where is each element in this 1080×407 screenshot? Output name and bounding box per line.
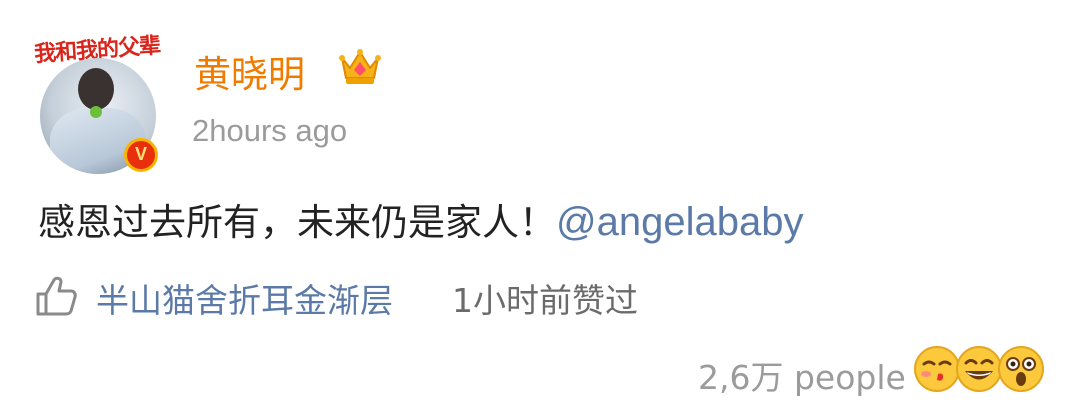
user-avatar[interactable]: 我和我的父辈 V: [30, 28, 170, 174]
crown-icon: [339, 49, 381, 84]
verified-badge-icon: V: [124, 138, 158, 172]
mention-link[interactable]: @angelababy: [556, 200, 803, 244]
surprised-emoji-icon: [998, 346, 1044, 392]
reaction-count[interactable]: 2,6万 people: [698, 351, 906, 399]
post-body-text: 感恩过去所有，未来仍是家人！: [38, 201, 556, 244]
liked-time-text: 1小时前赞过: [452, 281, 638, 320]
avatar-head-shape: [78, 68, 114, 110]
username[interactable]: 黄晓明: [194, 44, 305, 98]
reaction-emoji-group[interactable]: [912, 344, 1052, 396]
apple-shape: [90, 106, 102, 118]
thumbs-up-icon[interactable]: [34, 274, 78, 318]
liker-name-link[interactable]: 半山猫舍折耳金渐层: [96, 274, 393, 322]
post-content: 感恩过去所有，未来仍是家人！@angelababy: [38, 192, 803, 246]
post-timestamp: 2hours ago: [192, 113, 348, 148]
